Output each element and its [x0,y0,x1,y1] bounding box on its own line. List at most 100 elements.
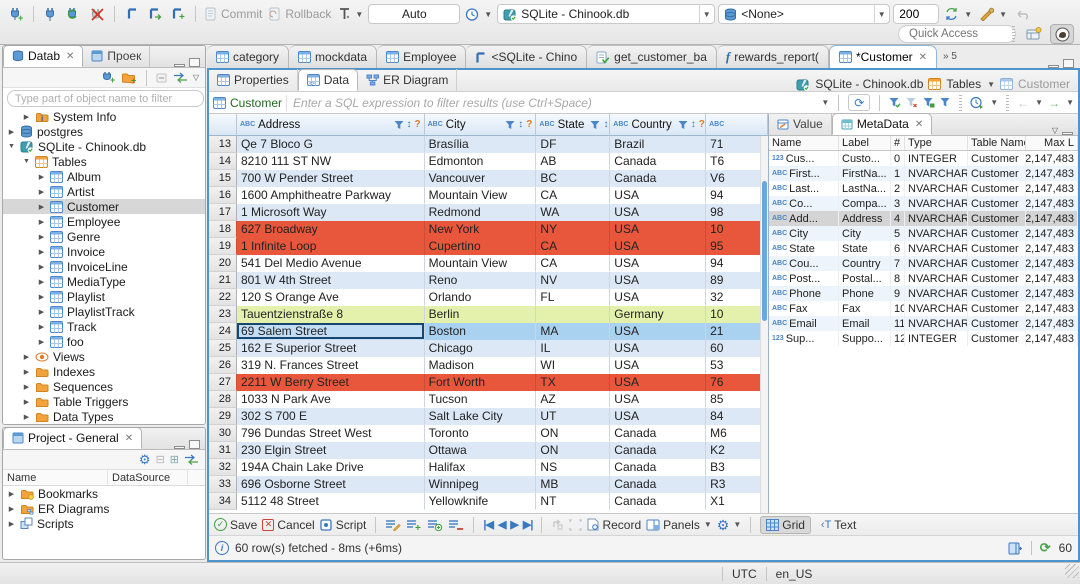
metadata-cell-type[interactable]: NVARCHAR [905,181,968,196]
metadata-cell-label[interactable]: Address [839,211,891,226]
cell-address[interactable]: 8210 111 ST NW [237,153,425,170]
dbeaver-perspective-button[interactable] [1050,24,1074,44]
cell-address[interactable]: 1 Microsoft Way [237,204,425,221]
cell-postal[interactable]: V6 [706,170,768,187]
metadata-column-item[interactable]: # [891,136,905,150]
tab-value[interactable]: Value [769,113,832,135]
cell-country[interactable]: USA [610,391,707,408]
metadata-cell-name[interactable]: ABC Cou... [769,256,839,271]
cell-city[interactable]: Brasília [425,136,537,153]
cell-city[interactable]: Chicago [425,340,537,357]
add-folder-icon[interactable]: + [121,71,137,84]
duplicate-row-icon[interactable] [427,518,443,531]
execute-timer-icon[interactable] [970,96,984,109]
tree-collapsed-arrow-icon[interactable]: ▶ [7,490,16,498]
metadata-row[interactable]: ABC State State 6 NVARCHAR Customer 2,147,483 [769,241,1078,256]
grid-view-toggle[interactable]: Grid [760,515,811,534]
tree-collapsed-arrow-icon[interactable]: ▶ [37,248,46,256]
cell-address[interactable]: 796 Dundas Street West [237,425,425,442]
metadata-cell-name[interactable]: ABC Email [769,316,839,331]
metadata-cell-ordinal[interactable]: 5 [891,226,905,241]
cell-state[interactable]: NS [536,459,611,476]
recent-sql-editor-button[interactable] [145,4,165,24]
column-sort-icon[interactable]: ↕ [407,119,412,130]
cell-postal[interactable]: 71 [706,136,768,153]
metadata-cell-table[interactable]: Customer [968,211,1026,226]
metadata-cell-table[interactable]: Customer [968,196,1026,211]
cell-address[interactable]: 120 S Orange Ave [237,289,425,306]
metadata-cell-table[interactable]: Customer [968,241,1026,256]
tree-item-data-types[interactable]: ▶ Data Types [3,409,205,424]
table-row[interactable]: 34 5112 48 Street Yellowknife NT Canada X1 [209,493,768,510]
tree-collapsed-arrow-icon[interactable]: ▶ [7,128,16,136]
cell-state[interactable]: AZ [536,391,611,408]
column-header-city[interactable]: ABC City ↕? [424,114,537,136]
new-connection-button[interactable]: + [6,4,26,24]
metadata-cell-ordinal[interactable]: 3 [891,196,905,211]
cell-address[interactable]: Qe 7 Bloco G [237,136,425,153]
cell-postal[interactable]: R3 [706,476,768,493]
filter-history-caret-icon[interactable]: ▼ [821,98,829,107]
cell-city[interactable]: Cupertino [425,238,537,255]
metadata-row[interactable]: ABC Post... Postal... 8 NVARCHAR Customer 2,14… [769,271,1078,286]
metadata-cell-label[interactable]: FirstNa... [839,166,891,181]
tree-item-track[interactable]: ▶ Track [3,319,205,334]
cell-state[interactable]: IL [536,340,611,357]
tree-item-invoiceline[interactable]: ▶ InvoiceLine [3,259,205,274]
flip-rows-icon[interactable] [551,518,564,531]
tree-collapsed-arrow-icon[interactable]: ▶ [37,308,46,316]
new-sql-editor-button[interactable]: + [168,4,188,24]
cell-country[interactable]: USA [610,238,707,255]
resize-grip[interactable] [1065,564,1079,578]
undo-button[interactable] [1012,4,1032,24]
column-header-state[interactable]: ABCState↕? [536,114,611,136]
metadata-cell-label[interactable]: Postal... [839,271,891,286]
cell-country[interactable]: USA [610,357,707,374]
cell-address[interactable]: 696 Osborne Street [237,476,425,493]
remove-filter-icon[interactable] [906,97,918,108]
tree-item-tables[interactable]: ▼ Tables [3,154,205,169]
metadata-cell-max-length[interactable]: 2,147,483 [1026,196,1078,211]
metadata-cell-ordinal[interactable]: 8 [891,271,905,286]
metadata-cell-max-length[interactable]: 2,147,483 [1026,226,1078,241]
metadata-cell-label[interactable]: Fax [839,301,891,316]
metadata-row[interactable]: ABC First... FirstNa... 1 NVARCHAR Customer 2,… [769,166,1078,181]
cell-address[interactable]: 801 W 4th Street [237,272,425,289]
table-row[interactable]: 28 1033 N Park Ave Tucson AZ USA 85 [209,391,768,408]
metadata-cell-max-length[interactable]: 2,147,483 [1026,211,1078,226]
cell-postal[interactable]: X1 [706,493,768,510]
open-perspective-button[interactable] [1022,24,1046,44]
cell-country[interactable]: USA [610,323,707,340]
metadata-cell-max-length[interactable]: 2,147,483 [1026,286,1078,301]
tree-collapsed-arrow-icon[interactable]: ▶ [37,218,46,226]
column-help-icon[interactable]: ? [415,119,421,130]
cell-address[interactable]: 162 E Superior Street [237,340,425,357]
tree-item-customer[interactable]: ▶ Customer [3,199,205,214]
metadata-cell-type[interactable]: NVARCHAR [905,286,968,301]
cell-city[interactable]: Vancouver [425,170,537,187]
column-header-name[interactable]: Name [3,470,108,485]
next-row-button[interactable]: ▶ [510,518,519,531]
cell-state[interactable]: CA [536,255,611,272]
table-row[interactable]: 25 162 E Superior Street Chicago IL USA 60 [209,340,768,357]
cell-country[interactable]: USA [610,221,707,238]
tree-item-views[interactable]: ▶ Views [3,349,205,364]
metadata-cell-type[interactable]: INTEGER [905,331,968,346]
cell-address[interactable]: 69 Salem Street [236,323,425,340]
cell-state[interactable]: MA [536,323,611,340]
metadata-cell-type[interactable]: NVARCHAR [905,241,968,256]
metadata-cell-ordinal[interactable]: 2 [891,181,905,196]
tree-item-system-info[interactable]: ▶ i System Info [3,109,205,124]
cell-city[interactable]: Orlando [425,289,537,306]
cell-state[interactable]: MB [536,476,611,493]
cell-postal[interactable]: 60 [706,340,768,357]
cell-postal[interactable]: 10 [706,221,768,238]
cell-state[interactable]: FL [536,289,611,306]
close-icon[interactable]: ✕ [66,51,74,62]
metadata-row[interactable]: ABC Last... LastNa... 2 NVARCHAR Customer 2,14… [769,181,1078,196]
cell-state[interactable]: BC [536,170,611,187]
metadata-cell-ordinal[interactable]: 9 [891,286,905,301]
grid-vertical-scrollbar[interactable] [760,136,768,513]
table-row[interactable]: 26 319 N. Frances Street Madison WI USA 53 [209,357,768,374]
metadata-column-label[interactable]: Label [839,136,891,150]
